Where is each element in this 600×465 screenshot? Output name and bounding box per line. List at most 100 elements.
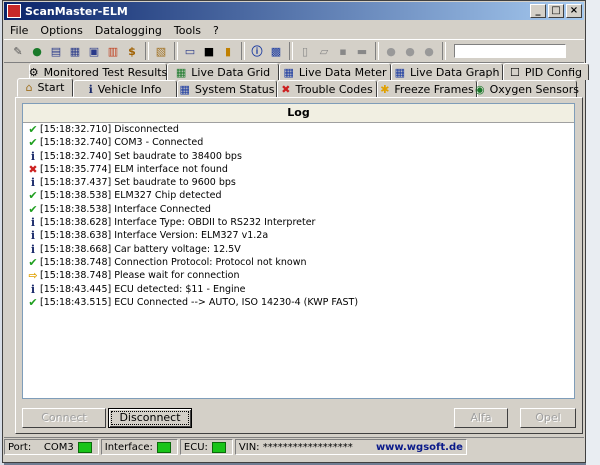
log-entry[interactable]: i [15:18:38.628] Interface Type: OBDII to… xyxy=(23,216,574,229)
log-entry-text: [15:18:38.538] ELM327 Chip detected xyxy=(40,190,222,202)
log-entry[interactable]: i [15:18:37.437] Set baudrate to 9600 bps xyxy=(23,176,574,189)
log-entry-text: [15:18:38.748] Connection Protocol: Prot… xyxy=(40,256,307,268)
log-entry[interactable]: i [15:18:38.638] Interface Version: ELM32… xyxy=(23,229,574,242)
log-list[interactable]: Log ✔ [15:18:32.710] Disconnected ✔ [15:18:… xyxy=(22,103,575,399)
tab-vehicle-info[interactable]: ℹ Vehicle Info xyxy=(73,80,177,97)
grid-icon[interactable]: ▦ xyxy=(67,43,83,59)
graph-icon[interactable]: ▥ xyxy=(105,43,121,59)
log-rows: ✔ [15:18:32.710] Disconnected ✔ [15:18:32.7… xyxy=(23,123,574,309)
log-entry[interactable]: ⇨ [15:18:38.748] Please wait for connecti… xyxy=(23,269,574,282)
log-entry[interactable]: ✖ [15:18:35.774] ELM interface not found xyxy=(23,163,574,176)
toolbar: ✎ ● ▤ ▦ ▣ ▥ $ ▧ ▭ ■ ▮ ⓘ ▩ ▯ ▱ ▪ ▬ ● ● ● xyxy=(4,39,584,63)
log-entry-text: [15:18:38.638] Interface Version: ELM327… xyxy=(40,230,269,242)
close-button[interactable]: × xyxy=(566,4,582,18)
wrench-icon[interactable]: ✎ xyxy=(10,43,26,59)
check-icon: ✔ xyxy=(28,295,38,309)
tab-live-data-meter[interactable]: ▦ Live Data Meter xyxy=(279,63,391,80)
info-icon[interactable]: ⓘ xyxy=(249,43,265,59)
info-icon: i xyxy=(30,149,36,163)
log-entry-text: [15:18:32.710] Disconnected xyxy=(40,124,179,135)
check-icon: ✔ xyxy=(28,136,38,150)
minimize-button[interactable]: _ xyxy=(530,4,546,18)
error-icon: ✖ xyxy=(281,82,291,96)
stop-icon[interactable]: ● xyxy=(421,43,437,59)
tab-oxygen-sensors[interactable]: ◉ Oxygen Sensors xyxy=(475,80,579,97)
port-led-icon xyxy=(77,441,92,453)
log-entry[interactable]: ✔ [15:18:38.538] ELM327 Chip detected xyxy=(23,189,574,202)
terminal-icon[interactable]: ■ xyxy=(201,43,217,59)
log-entry-text: [15:18:32.740] COM3 - Connected xyxy=(40,137,204,149)
record-icon[interactable]: ● xyxy=(402,43,418,59)
status-empty xyxy=(469,439,582,455)
log-entry-text: [15:18:32.740] Set baudrate to 38400 bps xyxy=(40,150,242,162)
tab-live-data-graph[interactable]: ▦ Live Data Graph xyxy=(391,63,503,80)
battery-icon[interactable]: ▮ xyxy=(220,43,236,59)
connect-button[interactable]: Connect xyxy=(22,408,106,428)
globe-icon[interactable]: ● xyxy=(29,43,45,59)
alfa-button[interactable]: Alfa xyxy=(454,408,508,428)
menu-help[interactable]: ? xyxy=(207,24,225,37)
meter-icon[interactable]: ▣ xyxy=(86,43,102,59)
status-icon: ▦ xyxy=(179,82,190,96)
log-entry-text: [15:18:43.515] ECU Connected --> AUTO, I… xyxy=(40,296,359,308)
title-bar[interactable]: ScanMaster-ELM _ □ × xyxy=(4,2,584,20)
log-entry[interactable]: ✔ [15:18:32.740] COM3 - Connected xyxy=(23,136,574,149)
play-icon[interactable]: ● xyxy=(383,43,399,59)
log-entry-text: [15:18:38.668] Car battery voltage: 12.5… xyxy=(40,243,241,255)
dollar-icon[interactable]: $ xyxy=(124,43,140,59)
tab-live-data-grid[interactable]: ▦ Live Data Grid xyxy=(167,63,279,80)
menu-datalogging[interactable]: Datalogging xyxy=(89,24,168,37)
toolbar-separator xyxy=(241,42,245,60)
tab-pid-config[interactable]: ☐ PID Config xyxy=(503,63,589,80)
log-entry-text: [15:18:38.748] Please wait for connectio… xyxy=(40,270,240,282)
disconnect-button[interactable]: Disconnect xyxy=(108,408,192,428)
info-icon: i xyxy=(30,216,36,230)
menu-bar: File Options Datalogging Tools ? xyxy=(4,21,584,39)
tab-freeze-frames[interactable]: ✱ Freeze Frames xyxy=(377,80,477,97)
meter-icon: ▦ xyxy=(283,65,294,79)
log-entry[interactable]: i [15:18:32.740] Set baudrate to 38400 bp… xyxy=(23,150,574,163)
open-icon[interactable]: ▱ xyxy=(316,43,332,59)
tab-system-status[interactable]: ▦ System Status xyxy=(177,80,277,97)
clipboard-icon[interactable]: ▧ xyxy=(153,43,169,59)
error-icon: ✖ xyxy=(28,162,38,176)
log-entry[interactable]: ✔ [15:18:43.515] ECU Connected --> AUTO, … xyxy=(23,296,574,309)
check-icon: ✔ xyxy=(28,202,38,216)
maximize-button[interactable]: □ xyxy=(548,4,564,18)
chat-icon[interactable]: ▭ xyxy=(182,43,198,59)
log-entry-text: [15:18:43.445] ECU detected: $11 - Engin… xyxy=(40,283,246,295)
new-icon[interactable]: ▯ xyxy=(297,43,313,59)
log-entry[interactable]: i [15:18:43.445] ECU detected: $11 - Engi… xyxy=(23,283,574,296)
opel-button[interactable]: Opel xyxy=(520,408,576,428)
menu-file[interactable]: File xyxy=(4,24,34,37)
toolbar-separator xyxy=(442,42,446,60)
interface-led-icon xyxy=(156,441,171,453)
tab-row-back: ⚙ Monitored Test Results ▦ Live Data Grid … xyxy=(29,63,589,80)
website-link[interactable]: www.wgsoft.de xyxy=(376,442,463,453)
check-icon: ✔ xyxy=(28,255,38,269)
check-icon: ✔ xyxy=(28,189,38,203)
window-title: ScanMaster-ELM xyxy=(25,4,128,18)
log-entry[interactable]: i [15:18:38.668] Car battery voltage: 12.… xyxy=(23,243,574,256)
log-entry[interactable]: ✔ [15:18:38.538] Interface Connected xyxy=(23,203,574,216)
grid-icon: ▦ xyxy=(175,65,187,79)
tab-row-front: ⌂ Start ℹ Vehicle Info ▦ System Status ✖ Tro… xyxy=(17,78,579,97)
info-icon: i xyxy=(30,242,36,256)
log-entry[interactable]: ✔ [15:18:38.748] Connection Protocol: Pro… xyxy=(23,256,574,269)
ecu-led-icon xyxy=(211,441,226,453)
arrow-right-icon: ⇨ xyxy=(28,269,38,283)
status-port: Port: COM3 xyxy=(4,439,99,455)
log-entry[interactable]: ✔ [15:18:32.710] Disconnected xyxy=(23,123,574,136)
log-entry-text: [15:18:37.437] Set baudrate to 9600 bps xyxy=(40,177,236,189)
disk-icon[interactable]: ▩ xyxy=(268,43,284,59)
tab-start[interactable]: ⌂ Start xyxy=(17,78,73,97)
sensor-icon: ◉ xyxy=(475,82,485,96)
log-entry-text: [15:18:38.628] Interface Type: OBDII to … xyxy=(40,217,316,229)
doc-icon[interactable]: ▤ xyxy=(48,43,64,59)
tab-trouble-codes[interactable]: ✖ Trouble Codes xyxy=(277,80,377,97)
print-icon[interactable]: ▬ xyxy=(354,43,370,59)
menu-options[interactable]: Options xyxy=(34,24,88,37)
snowflake-icon: ✱ xyxy=(380,82,390,96)
save-icon[interactable]: ▪ xyxy=(335,43,351,59)
menu-tools[interactable]: Tools xyxy=(168,24,207,37)
